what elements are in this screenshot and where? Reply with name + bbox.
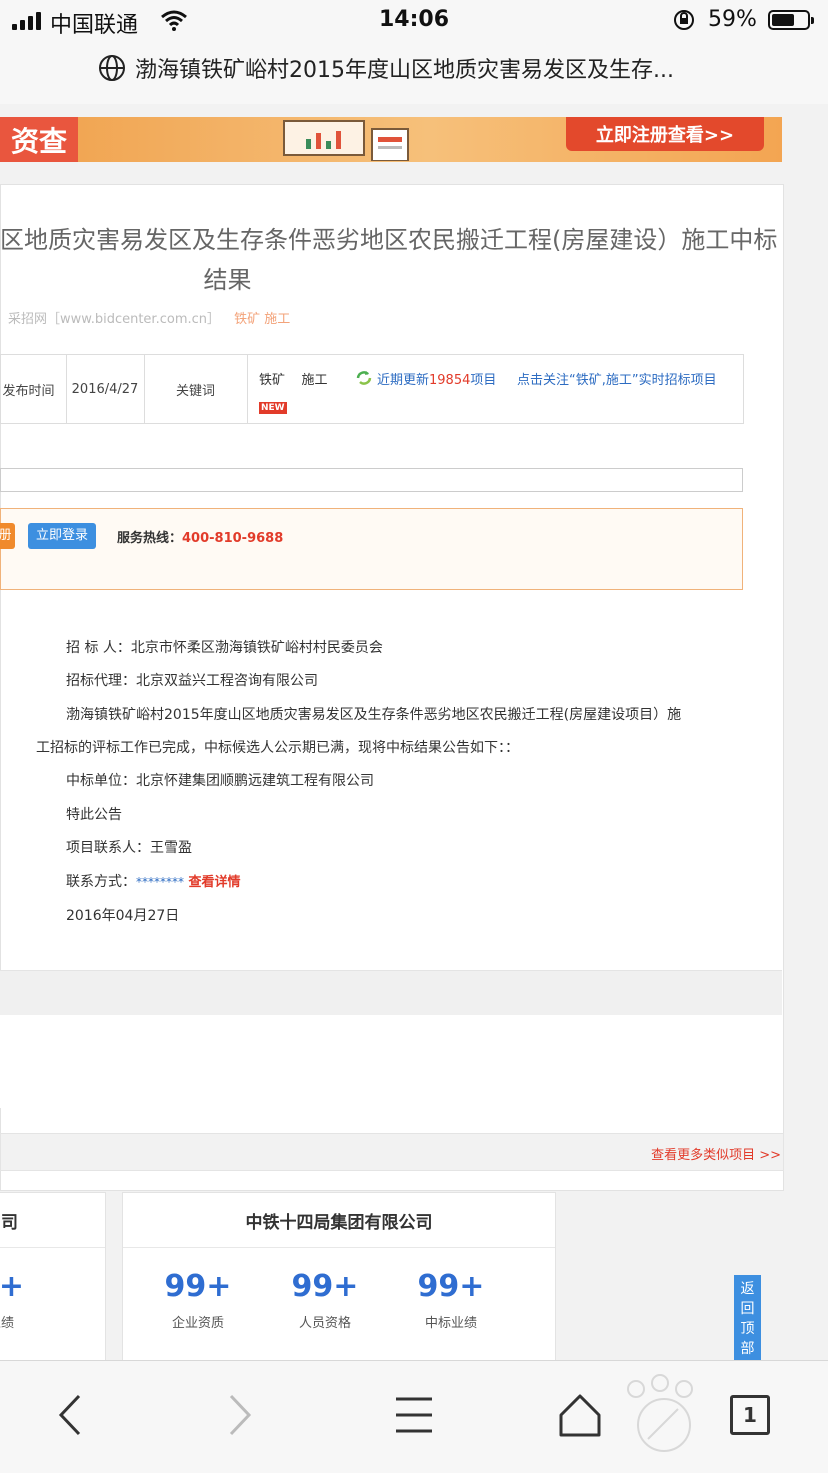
chevron-right-icon [229, 1394, 252, 1436]
banner-left-text: 资查 [0, 117, 78, 162]
contact-label: 联系方式： [66, 874, 136, 890]
empty-panel [0, 1015, 782, 1108]
menu-icon [396, 1397, 432, 1433]
contact-detail-link[interactable]: 查看详情 [188, 875, 240, 890]
home-button[interactable] [540, 1385, 620, 1445]
battery-percent: 59% [708, 7, 757, 32]
body-contact-person: 项目联系人：王雪盈 [66, 840, 192, 856]
recent-prefix: 近期更新 [377, 373, 430, 388]
orientation-lock-icon [674, 10, 694, 30]
forward-button[interactable] [200, 1385, 280, 1445]
company-stat: 9+ 业绩 [0, 1269, 51, 1331]
login-prompt-box: 册 立即登录 服务热线：400-810-9688 [0, 508, 743, 590]
hotline-label: 服务热线： [117, 531, 183, 546]
stat-value: 99+ [291, 1269, 359, 1304]
stat-value: 99+ [417, 1269, 485, 1304]
keywords[interactable]: 铁矿 施工 [259, 369, 328, 388]
company-stat: 99+ 中标业绩 [401, 1269, 501, 1331]
article-title: 区地质灾害易发区及生存条件恶劣地区农民搬迁工程(房屋建设）施工中标 [0, 226, 778, 254]
body-winner: 中标单位：北京怀建集团顺鹏远建筑工程有限公司 [66, 773, 374, 789]
article-source: 采招网［www.bidcenter.com.cn］ 铁矿 施工 [8, 308, 290, 327]
body-paragraph-cont: 工招标的评标工作已完成，中标候选人公示期已满，现将中标结果公告如下：： [36, 740, 519, 756]
browser-toolbar: 1 [0, 1360, 828, 1473]
divider-band [0, 970, 782, 1016]
recent-suffix: 项目 [470, 373, 497, 388]
article-title-cont: 结果 [203, 266, 252, 294]
keyword-label: 关键词 [144, 355, 248, 423]
status-bar: 中国联通 14:06 59% [0, 0, 828, 42]
company-card[interactable]: 司 9+ 业绩 [0, 1192, 106, 1360]
stat-value: 99+ [164, 1269, 232, 1304]
follow-link[interactable]: 点击关注“铁矿,施工”实时招标项目 [517, 369, 717, 388]
chevron-left-icon [58, 1394, 81, 1436]
refresh-icon [356, 371, 372, 385]
clock: 14:06 [378, 7, 450, 32]
hotline-number: 400-810-9688 [182, 531, 284, 546]
company-stat: 99+ 企业资质 [148, 1269, 248, 1331]
login-button[interactable]: 立即登录 [28, 523, 96, 549]
recent-count: 19854 [429, 373, 471, 388]
stat-label: 业绩 [0, 1316, 14, 1331]
battery-icon [768, 10, 814, 30]
contact-masked: ******** [136, 875, 184, 889]
info-table: 发布时间 2016/4/27 关键词 铁矿 施工 近期更新19854项目 点击关… [0, 354, 744, 424]
back-button[interactable] [30, 1385, 110, 1445]
tabs-button[interactable]: 1 [710, 1385, 790, 1445]
page-title: 渤海镇铁矿峪村2015年度山区地质灾害易发区及生存... [135, 58, 674, 83]
source-tags[interactable]: 铁矿 施工 [234, 312, 290, 327]
company-stat: 99+ 人员资格 [275, 1269, 375, 1331]
register-button[interactable]: 册 [0, 523, 15, 549]
more-similar-bar: 查看更多类似项目 >> [0, 1133, 784, 1171]
tab-count: 1 [730, 1395, 770, 1435]
stat-label: 企业资质 [171, 1316, 224, 1331]
stat-value: 9+ [0, 1269, 24, 1304]
publish-label: 发布时间 [0, 355, 67, 423]
body-date: 2016年04月27日 [66, 908, 180, 924]
register-cta-button[interactable]: 立即注册查看>> [566, 117, 764, 151]
new-badge: NEW [259, 402, 287, 414]
home-icon [559, 1394, 601, 1437]
globe-icon [99, 55, 125, 81]
company-name: 司 [0, 1193, 105, 1248]
company-name: 中铁十四局集团有限公司 [123, 1193, 555, 1248]
back-to-top-button[interactable]: 返回顶部 [734, 1275, 761, 1360]
body-tenderer: 招 标 人：北京市怀柔区渤海镇铁矿峪村村民委员会 [66, 640, 383, 656]
url-bar[interactable]: 渤海镇铁矿峪村2015年度山区地质灾害易发区及生存... [0, 42, 828, 105]
body-notice: 特此公告 [66, 807, 122, 823]
mascot-watermark-icon [627, 1374, 693, 1452]
back-to-top-label: 返回顶部 [740, 1281, 755, 1357]
publish-date: 2016/4/27 [66, 355, 145, 423]
content-input[interactable] [0, 468, 743, 492]
source-site[interactable]: 采招网［www.bidcenter.com.cn］ [8, 312, 220, 327]
stat-label: 人员资格 [298, 1316, 351, 1331]
body-paragraph: 渤海镇铁矿峪村2015年度山区地质灾害易发区及生存条件恶劣地区农民搬迁工程(房屋… [66, 707, 682, 723]
body-contact: 联系方式：******** 查看详情 [66, 871, 240, 891]
web-content: 资查 立即注册查看>> 区地质灾害易发区及生存条件恶劣地区农民搬迁工程(房屋建设… [0, 104, 828, 1360]
hotline: 服务热线：400-810-9688 [117, 527, 283, 546]
body-agent: 招标代理：北京双益兴工程咨询有限公司 [66, 673, 318, 689]
recent-updates[interactable]: 近期更新19854项目 [377, 369, 496, 388]
more-similar-link[interactable]: 查看更多类似项目 >> [651, 1144, 781, 1163]
menu-button[interactable] [374, 1385, 454, 1445]
chart-illustration-icon [283, 120, 409, 161]
company-card[interactable]: 中铁十四局集团有限公司 99+ 企业资质 99+ 人员资格 99+ 中标业绩 [122, 1192, 556, 1360]
stat-label: 中标业绩 [424, 1316, 477, 1331]
register-banner[interactable]: 资查 立即注册查看>> [0, 117, 782, 162]
